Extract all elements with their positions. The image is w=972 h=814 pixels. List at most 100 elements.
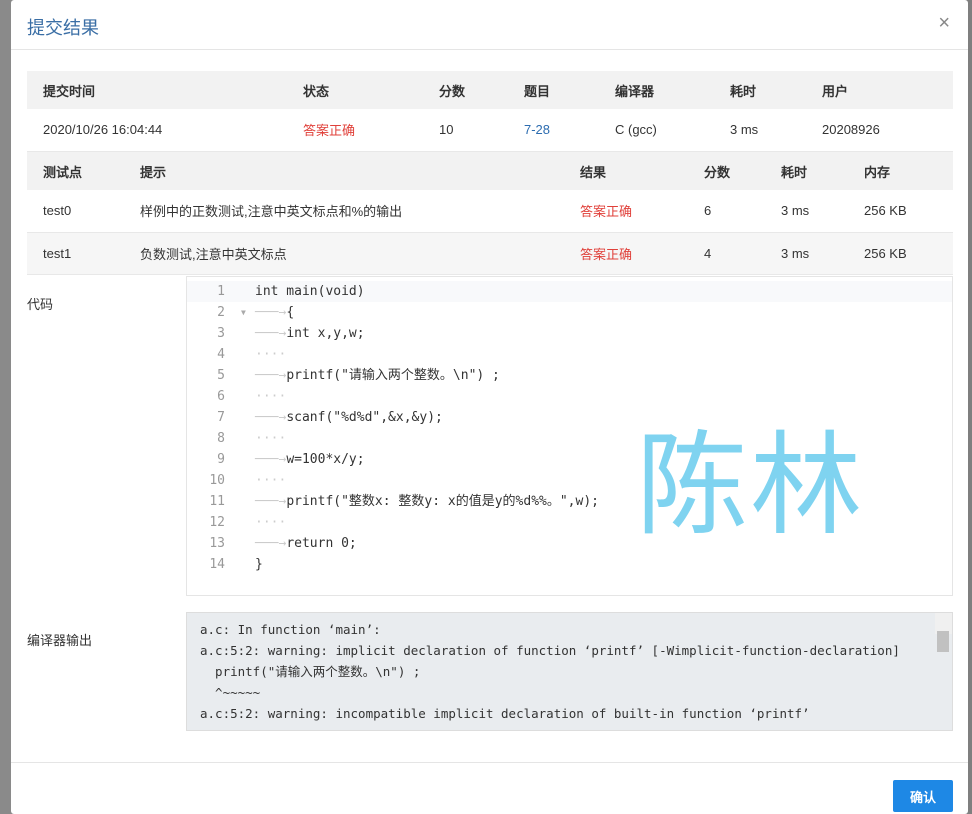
whitespace-marker: ───→ <box>255 305 287 320</box>
output-line: ^~~~~~ <box>200 685 261 700</box>
code-text: ···· <box>255 428 286 449</box>
whitespace-marker: ───→ <box>255 368 287 383</box>
whitespace-marker: ···· <box>255 347 287 362</box>
code-line: 12 ···· <box>187 512 952 533</box>
code-line: 11 ───→printf("整数x: 整数y: x的值是y的%d%%。",w); <box>187 491 952 512</box>
output-line: a.c: In function ‘main’: <box>200 622 381 637</box>
code-text: ───→w=100*x/y; <box>255 452 365 467</box>
test-score: 6 <box>688 190 765 233</box>
test-id: test1 <box>27 232 124 275</box>
line-number: 10 <box>209 473 225 488</box>
test-result: 答案正确 <box>564 190 688 233</box>
test-memory: 256 KB <box>848 190 953 233</box>
output-line: printf("请输入两个整数。\n") ; <box>200 664 421 679</box>
test-result: 答案正确 <box>564 232 688 275</box>
test-score: 4 <box>688 232 765 275</box>
compiler-output-label: 编译器输出 <box>27 633 93 648</box>
whitespace-marker: ───→ <box>255 452 287 467</box>
code-text: ···· <box>255 344 286 365</box>
test-hint: 样例中的正数测试,注意中英文标点和%的输出 <box>124 190 564 233</box>
compiler-output-textarea[interactable]: a.c: In function ‘main’: a.c:5:2: warnin… <box>186 612 953 731</box>
scrollbar-thumb[interactable] <box>937 631 949 652</box>
test-time: 3 ms <box>765 232 848 275</box>
line-number: 14 <box>209 557 225 572</box>
code-line: 3 ───→int x,y,w; <box>187 323 952 344</box>
line-number: 12 <box>209 515 225 530</box>
col-hint: 提示 <box>124 152 564 190</box>
output-line: a.c:5:2: warning: incompatible implicit … <box>200 706 810 721</box>
code-text: int main(void) <box>255 284 365 299</box>
test-id: test0 <box>27 190 124 233</box>
code-line: 10 ···· <box>187 470 952 491</box>
table-row: test1 负数测试,注意中英文标点 答案正确 4 3 ms 256 KB <box>27 232 953 275</box>
col-problem: 题目 <box>508 71 599 109</box>
confirm-button[interactable]: 确认 <box>893 780 953 812</box>
code-text: ···· <box>255 512 286 533</box>
code-line: 13 ───→return 0; <box>187 533 952 554</box>
submit-time: 2020/10/26 16:04:44 <box>27 109 287 152</box>
col-compiler: 编译器 <box>599 71 714 109</box>
code-text: } <box>255 557 263 572</box>
tests-header-row: 测试点 提示 结果 分数 耗时 内存 <box>27 152 953 190</box>
code-text: ───→{ <box>255 305 295 320</box>
summary-header-row: 提交时间 状态 分数 题目 编译器 耗时 用户 <box>27 71 953 109</box>
col-result: 结果 <box>564 152 688 190</box>
col-user: 用户 <box>806 71 953 109</box>
col-score: 分数 <box>688 152 765 190</box>
col-status: 状态 <box>287 71 423 109</box>
col-testpoint: 测试点 <box>27 152 124 190</box>
col-time: 耗时 <box>765 152 848 190</box>
whitespace-marker: ───→ <box>255 326 287 341</box>
test-time: 3 ms <box>765 190 848 233</box>
line-number: 5 <box>217 368 225 383</box>
code-text: ···· <box>255 386 286 407</box>
scrollbar[interactable] <box>935 613 952 652</box>
line-number: 8 <box>217 431 225 446</box>
elapsed: 3 ms <box>714 109 806 152</box>
line-number: 6 <box>217 389 225 404</box>
whitespace-marker: ···· <box>255 389 287 404</box>
score: 10 <box>423 109 508 152</box>
col-elapsed: 耗时 <box>714 71 806 109</box>
code-text: ───→printf("请输入两个整数。\n") ; <box>255 368 500 383</box>
test-memory: 256 KB <box>848 232 953 275</box>
dialog-header: 提交结果 × <box>11 0 968 50</box>
code-line: 4 ···· <box>187 344 952 365</box>
whitespace-marker: ···· <box>255 515 287 530</box>
code-line: 2 ▼ ───→{ <box>187 302 952 323</box>
submission-result-dialog: 提交结果 × 提交时间 状态 分数 题目 编译器 耗时 用户 2020/10/2… <box>11 0 968 814</box>
whitespace-marker: ───→ <box>255 494 287 509</box>
summary-table: 提交时间 状态 分数 题目 编译器 耗时 用户 2020/10/26 16:04… <box>27 71 953 152</box>
user: 20208926 <box>806 109 953 152</box>
line-number: 7 <box>217 410 225 425</box>
whitespace-marker: ···· <box>255 431 287 446</box>
close-icon[interactable]: × <box>938 12 950 35</box>
tests-table: 测试点 提示 结果 分数 耗时 内存 test0 样例中的正数测试,注意中英文标… <box>27 152 953 275</box>
code-line: 9 ───→w=100*x/y; <box>187 449 952 470</box>
dialog-footer-divider <box>11 762 968 763</box>
whitespace-marker: ───→ <box>255 536 287 551</box>
code-text: ···· <box>255 470 286 491</box>
status-badge: 答案正确 <box>287 109 423 152</box>
line-number: 4 <box>217 347 225 362</box>
line-number: 3 <box>217 326 225 341</box>
test-hint: 负数测试,注意中英文标点 <box>124 232 564 275</box>
col-time: 提交时间 <box>27 71 287 109</box>
line-number: 11 <box>209 494 225 509</box>
fold-icon[interactable]: ▼ <box>241 302 246 323</box>
col-score: 分数 <box>423 71 508 109</box>
line-number: 1 <box>217 284 225 299</box>
problem-link[interactable]: 7-28 <box>508 109 599 152</box>
code-viewer[interactable]: 1 int main(void) 2 ▼ ───→{3 ───→int x,y,w; 4 ··… <box>186 276 953 596</box>
table-row: test0 样例中的正数测试,注意中英文标点和%的输出 答案正确 6 3 ms … <box>27 190 953 233</box>
code-text: ───→scanf("%d%d",&x,&y); <box>255 410 443 425</box>
line-number: 2 <box>217 305 225 320</box>
code-line: 14} <box>187 554 952 575</box>
line-number: 9 <box>217 452 225 467</box>
whitespace-marker: ───→ <box>255 410 287 425</box>
whitespace-marker: ···· <box>255 473 287 488</box>
code-label: 代码 <box>27 297 54 312</box>
code-line: 6 ···· <box>187 386 952 407</box>
code-text: ───→return 0; <box>255 536 357 551</box>
dialog-title: 提交结果 <box>27 18 99 38</box>
